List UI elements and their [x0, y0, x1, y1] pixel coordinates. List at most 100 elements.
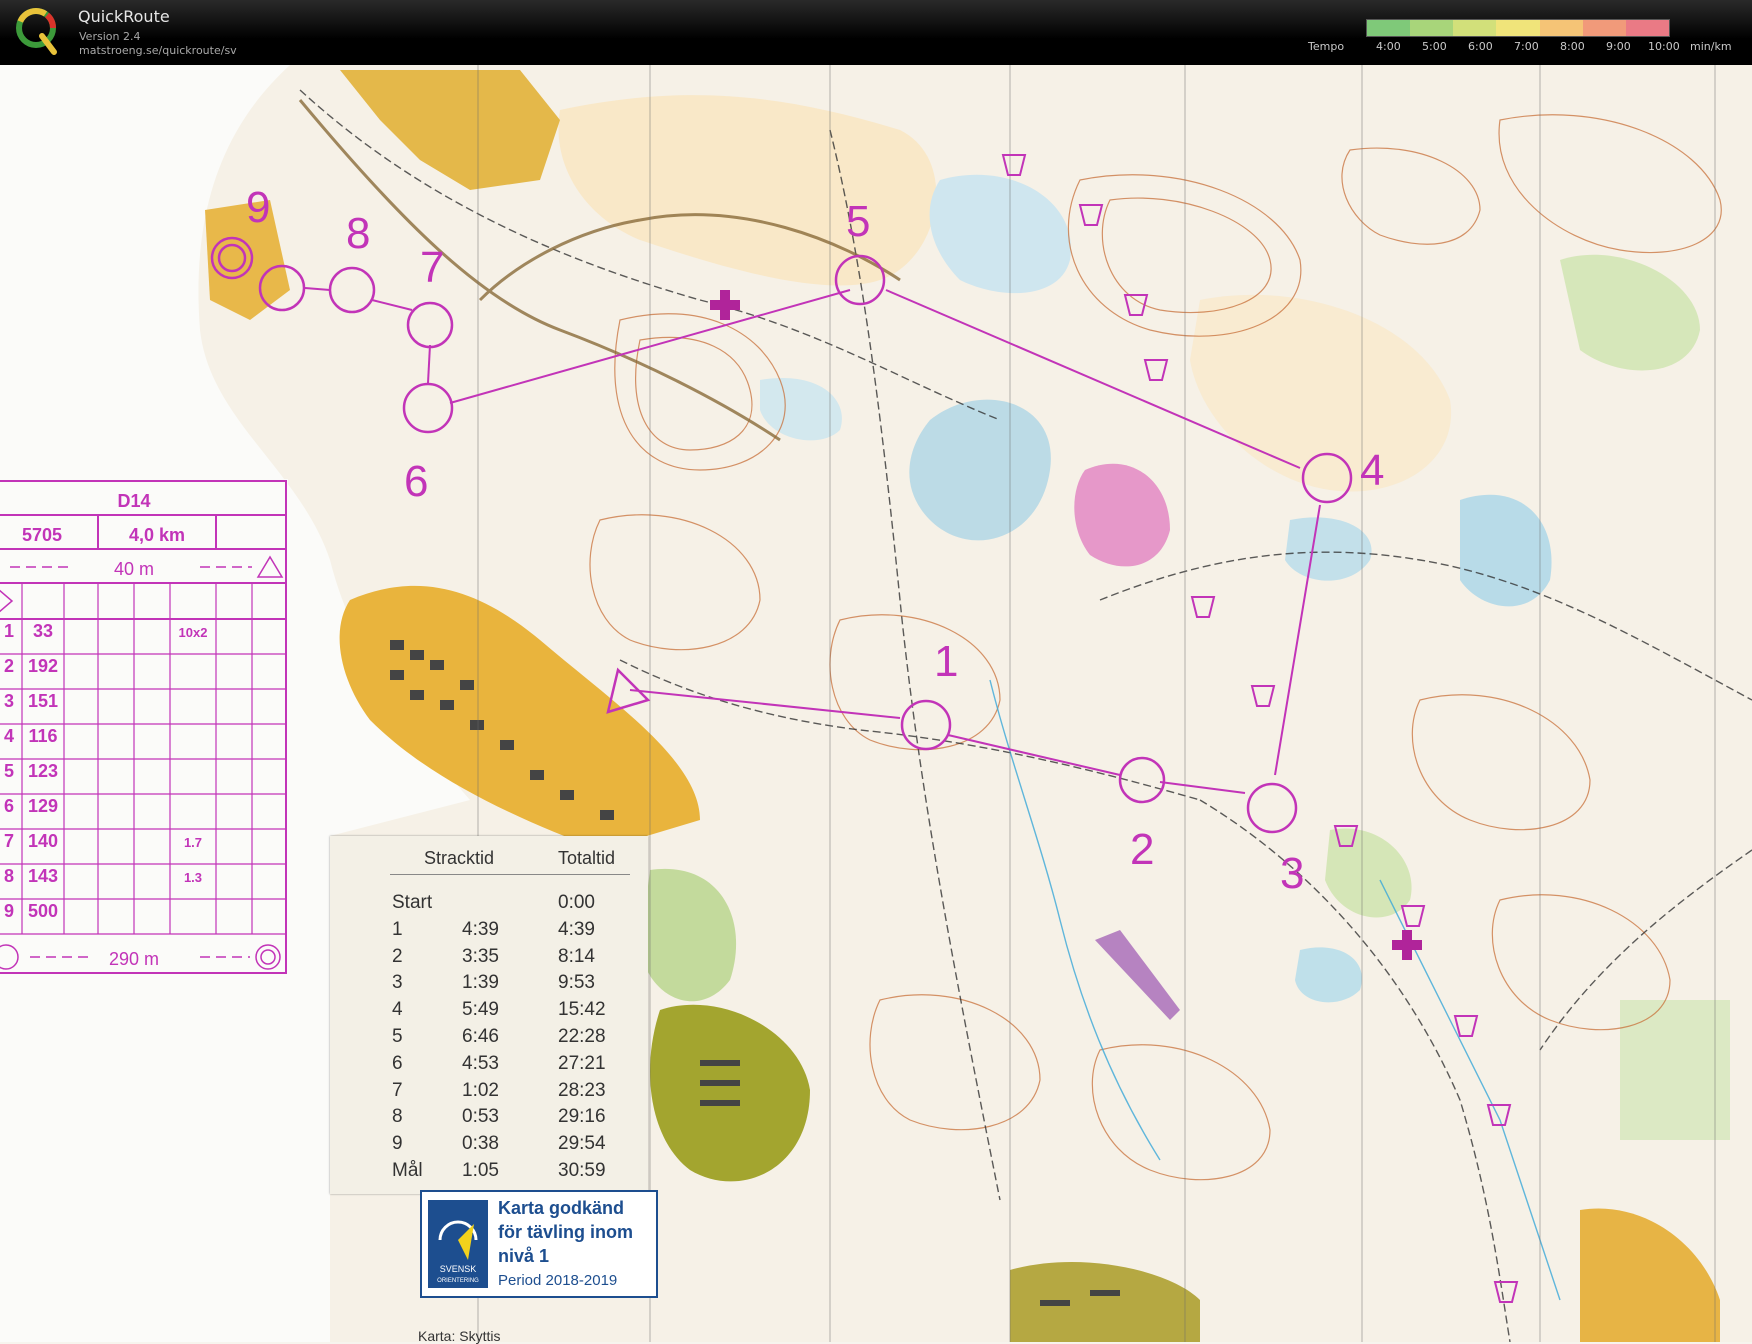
- split-leg-time: 5:49: [462, 999, 499, 1021]
- tempo-tick: 5:00: [1422, 40, 1447, 53]
- split-total-time: 9:53: [558, 972, 595, 994]
- split-leg-time: 4:53: [462, 1052, 499, 1074]
- control-desc-number: 4: [4, 726, 14, 746]
- split-leg-time: 6:46: [462, 1026, 499, 1047]
- finish-distance: 290 m: [109, 949, 159, 969]
- control-desc-number: 6: [4, 796, 14, 816]
- control-number: 2: [1130, 825, 1154, 874]
- split-total-time: 30:59: [558, 1160, 606, 1181]
- tempo-color-swatch: [1410, 20, 1454, 36]
- badge-line-1: Karta godkänd: [498, 1198, 625, 1218]
- split-control: 7: [392, 1079, 403, 1101]
- split-row: 7 1:02 28:23: [330, 1080, 648, 1107]
- split-control: 8: [392, 1106, 403, 1128]
- control-description-table: D14 5705 4,0 km 40 m 290 m 1 33 10x22 1923 1…: [0, 479, 288, 975]
- split-control: Mål: [392, 1160, 423, 1181]
- split-leg-time: 1:02: [462, 1079, 499, 1101]
- svensk-orientering-logo-icon: SVENSK ORIENTERING: [428, 1200, 488, 1288]
- tempo-tick: 6:00: [1468, 40, 1493, 53]
- control-desc-dimension: 1.7: [184, 835, 202, 850]
- svg-text:SVENSK: SVENSK: [440, 1264, 477, 1274]
- split-control: 1: [392, 918, 403, 940]
- control-desc-number: 9: [4, 901, 14, 921]
- split-control: 9: [392, 1133, 403, 1155]
- split-leg-time: 1:39: [462, 972, 499, 994]
- app-toolbar: QuickRoute Version 2.4 matstroeng.se/qui…: [0, 0, 1752, 65]
- split-header-total: Totaltid: [558, 848, 616, 868]
- badge-line-3: nivå 1: [498, 1246, 550, 1266]
- split-total-time: 8:14: [558, 945, 595, 967]
- badge-line-2: för tävling inom: [498, 1222, 633, 1242]
- app-url-link[interactable]: matstroeng.se/quickroute/sv: [79, 44, 237, 57]
- control-number: 3: [1280, 849, 1304, 898]
- control-desc-code: 140: [28, 831, 58, 851]
- split-total-time: 15:42: [558, 999, 606, 1021]
- control-desc-number: 8: [4, 866, 14, 886]
- split-leg-time: 0:53: [462, 1106, 499, 1128]
- start-distance: 40 m: [114, 559, 154, 579]
- quickroute-logo-icon: [16, 8, 57, 55]
- control-number: 7: [420, 243, 444, 292]
- split-row: Mål 1:05 30:59: [330, 1160, 648, 1187]
- control-desc-dimension: 1.3: [184, 870, 202, 885]
- split-control: Start: [392, 892, 433, 913]
- split-total-time: 28:23: [558, 1079, 606, 1101]
- svg-text:ORIENTERING: ORIENTERING: [437, 1278, 479, 1284]
- control-desc-number: 5: [4, 761, 14, 781]
- control-desc-number: 1: [4, 621, 14, 641]
- split-total-time: 0:00: [558, 892, 595, 913]
- control-desc-code: 129: [28, 796, 58, 816]
- control-desc-number: 3: [4, 691, 14, 711]
- split-row: 1 4:39 4:39: [330, 919, 648, 946]
- tempo-unit: min/km: [1690, 40, 1732, 53]
- split-control: 5: [392, 1026, 403, 1047]
- control-number: 1: [934, 637, 958, 686]
- split-leg-time: 3:35: [462, 945, 499, 967]
- split-leg-time: 0:38: [462, 1133, 499, 1155]
- tempo-color-swatch: [1496, 20, 1540, 36]
- split-row: 6 4:53 27:21: [330, 1053, 648, 1080]
- control-number: 9: [246, 183, 270, 232]
- control-desc-dimension: 10x2: [179, 625, 208, 640]
- control-desc-number: 7: [4, 831, 14, 851]
- split-row: 8 0:53 29:16: [330, 1106, 648, 1133]
- split-total-time: 4:39: [558, 918, 595, 940]
- tempo-tick: 10:00: [1648, 40, 1680, 53]
- split-total-time: 29:54: [558, 1133, 606, 1155]
- split-leg-time: 1:05: [462, 1160, 499, 1181]
- split-control: 2: [392, 945, 403, 967]
- tempo-tick: 7:00: [1514, 40, 1539, 53]
- control-desc-number: 2: [4, 656, 14, 676]
- course-number: 5705: [22, 525, 62, 545]
- split-total-time: 29:16: [558, 1106, 606, 1128]
- split-row: 3 1:39 9:53: [330, 972, 648, 999]
- control-desc-code: 143: [28, 866, 58, 886]
- course-class: D14: [117, 491, 150, 511]
- split-row: 2 3:35 8:14: [330, 946, 648, 973]
- split-leg-time: 4:39: [462, 918, 499, 940]
- tempo-label: Tempo: [1308, 40, 1345, 53]
- control-desc-code: 116: [28, 726, 57, 746]
- split-control: 3: [392, 972, 403, 994]
- app-version: Version 2.4: [79, 30, 141, 43]
- split-total-time: 27:21: [558, 1052, 606, 1074]
- tempo-color-swatch: [1367, 20, 1411, 36]
- tempo-tick: 9:00: [1606, 40, 1631, 53]
- tempo-color-swatch: [1539, 20, 1583, 36]
- app-title: QuickRoute: [78, 7, 170, 26]
- badge-period: Period 2018-2019: [498, 1272, 618, 1289]
- control-desc-code: 192: [28, 656, 58, 676]
- split-total-time: 22:28: [558, 1026, 606, 1047]
- split-row: 9 0:38 29:54: [330, 1133, 648, 1160]
- course-length: 4,0 km: [129, 525, 185, 545]
- control-number: 6: [404, 457, 428, 506]
- control-desc-code: 500: [28, 901, 58, 921]
- control-number: 4: [1360, 446, 1384, 495]
- split-header-leg: Stracktid: [424, 848, 495, 868]
- split-times-card: Stracktid Totaltid Start 0:00 1 4:39 4:39 2 3:…: [330, 836, 648, 1194]
- tempo-color-swatch: [1453, 20, 1497, 36]
- split-row: 4 5:49 15:42: [330, 999, 648, 1026]
- split-header-divider: [390, 874, 630, 875]
- control-desc-code: 33: [33, 621, 53, 641]
- split-control: 4: [392, 999, 403, 1021]
